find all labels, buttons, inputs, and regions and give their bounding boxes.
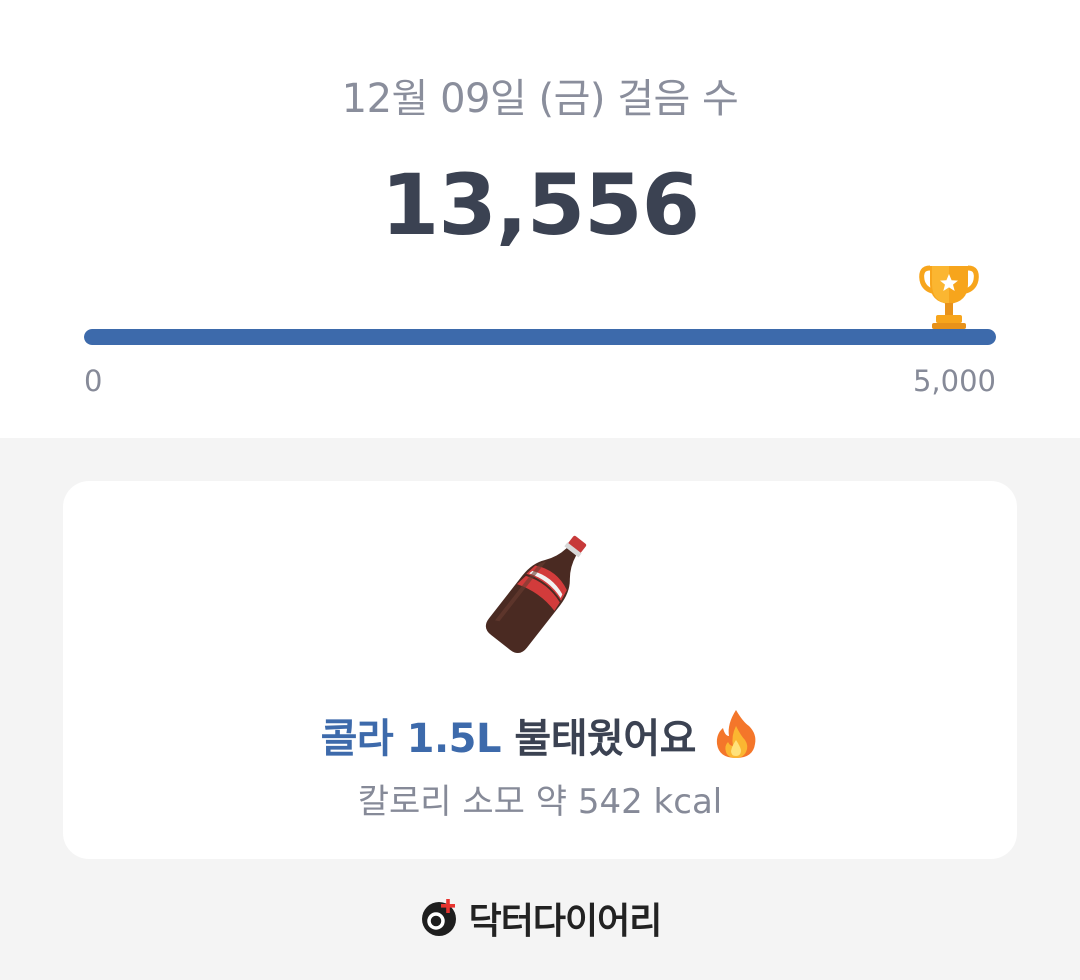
progress-max-label: 5,000 [912, 364, 996, 398]
food-equivalent: 콜라 1.5L [320, 716, 502, 762]
brand-name: 닥터다이어리 [468, 901, 663, 942]
progress-min-label: 0 [84, 364, 103, 398]
burn-message: 콜라 1.5L 불태웠어요 [0, 706, 1080, 764]
step-count: 13,556 [380, 156, 700, 254]
cola-bottle-icon [485, 535, 587, 653]
calorie-burned-text: 칼로리 소모 약 542 kcal [357, 782, 723, 822]
date-label: 12월 09일 (금) 걸음 수 [341, 76, 739, 122]
step-progress-fill [84, 329, 996, 345]
doctor-diary-logo-icon [421, 899, 456, 936]
burn-text: 불태웠어요 [501, 716, 696, 762]
step-summary-panel: 12월 09일 (금) 걸음 수 13,556 0 5,000 [0, 0, 1080, 438]
fire-icon [717, 710, 756, 758]
brand-footer: 닥터다이어리 [0, 892, 1080, 944]
trophy-icon [919, 265, 979, 329]
step-progress-track [84, 329, 996, 345]
